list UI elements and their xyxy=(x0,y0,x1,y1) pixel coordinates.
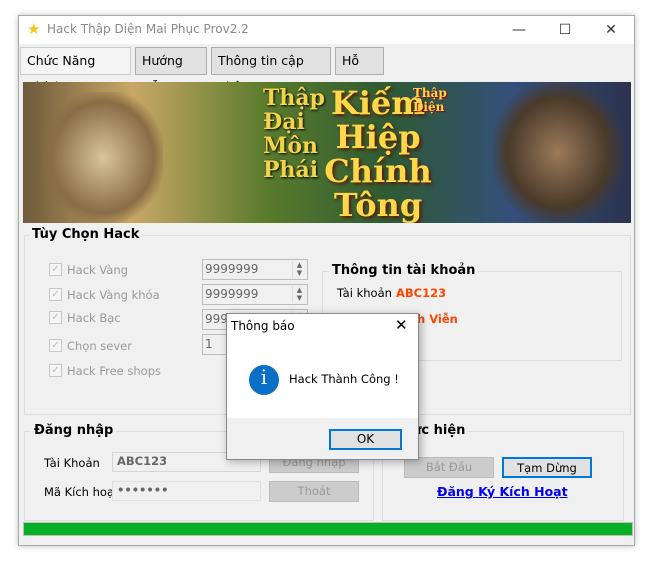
locked-gold-amount-value: 9999999 xyxy=(205,287,259,301)
progress-bar xyxy=(23,522,633,536)
tab-guide[interactable]: Hướng Dẫn xyxy=(135,47,207,94)
maximize-button[interactable]: ☐ xyxy=(542,16,588,44)
choose-server-checkbox[interactable]: ✓ xyxy=(49,339,62,352)
gold-amount-value: 9999999 xyxy=(205,262,259,276)
banner-logo: Thập Diện xyxy=(413,86,447,114)
server-value: 1 xyxy=(205,337,213,351)
progress-fill xyxy=(24,523,632,535)
exit-button[interactable]: Thoát xyxy=(269,481,359,502)
gold-amount-spinner[interactable]: 9999999 ▲ ▼ xyxy=(202,259,308,280)
login-account-label: Tài Khoản xyxy=(44,456,100,470)
main-window: ★ Hack Thập Diện Mai Phục Prov2.2 — ☐ ✕ … xyxy=(18,15,635,546)
hack-options-title: Tùy Chọn Hack xyxy=(29,227,143,242)
register-activation-link[interactable]: Đăng Ký Kích Hoạt xyxy=(437,484,568,499)
activation-code-label: Mã Kích hoạt xyxy=(44,485,119,499)
account-label: Tài khoản xyxy=(337,286,392,300)
dialog-title: Thông báo xyxy=(231,319,295,333)
choose-server-label: Chọn sever xyxy=(67,339,132,353)
star-icon: ★ xyxy=(27,20,41,38)
hack-locked-gold-label: Hack Vàng khóa xyxy=(67,288,160,302)
banner-left-text: Thập Đại Môn Phái xyxy=(263,85,326,183)
spinner-arrows-icon[interactable]: ▲▼ xyxy=(292,286,306,303)
title-bar: ★ Hack Thập Diện Mai Phục Prov2.2 — ☐ ✕ xyxy=(19,16,634,44)
hack-gold-checkbox[interactable]: ✓ xyxy=(49,263,62,276)
login-title: Đăng nhập xyxy=(31,423,117,438)
activation-code-input[interactable]: ••••••• xyxy=(112,481,261,501)
minimize-button[interactable]: — xyxy=(496,16,542,44)
spinner-arrows-icon[interactable]: ▲▼ xyxy=(292,261,306,278)
hack-silver-checkbox[interactable]: ✓ xyxy=(49,311,62,324)
close-button[interactable]: ✕ xyxy=(588,16,634,44)
hack-locked-gold-checkbox[interactable]: ✓ xyxy=(49,288,62,301)
pause-button[interactable]: Tạm Dừng xyxy=(502,457,592,478)
account-value: ABC123 xyxy=(396,286,447,300)
window-title: Hack Thập Diện Mai Phục Prov2.2 xyxy=(47,22,249,36)
hack-gold-label: Hack Vàng xyxy=(67,263,128,277)
free-shops-label: Hack Free shops xyxy=(67,364,161,378)
dialog-ok-button[interactable]: OK xyxy=(329,429,402,450)
start-button[interactable]: Bắt Đầu xyxy=(404,457,494,478)
banner-image: Thập Đại Môn Phái Kiếm Hiệp Chính Tông T… xyxy=(23,82,631,223)
hack-silver-label: Hack Bạc xyxy=(67,311,121,325)
tab-update-info[interactable]: Thông tin cập nhật xyxy=(211,47,331,94)
tab-support[interactable]: Hỗ Trợ xyxy=(335,47,384,94)
dialog-close-button[interactable]: ✕ xyxy=(395,316,408,334)
message-dialog: Thông báo ✕ i Hack Thành Công ! OK xyxy=(226,313,419,460)
account-info-title: Thông tin tài khoản xyxy=(329,263,479,278)
info-icon: i xyxy=(249,365,279,395)
tab-main-functions[interactable]: Chức Năng Chính xyxy=(20,47,131,94)
free-shops-checkbox[interactable]: ✓ xyxy=(49,364,62,377)
dialog-message: Hack Thành Công ! xyxy=(289,372,399,386)
locked-gold-amount-spinner[interactable]: 9999999 ▲ ▼ xyxy=(202,284,308,305)
